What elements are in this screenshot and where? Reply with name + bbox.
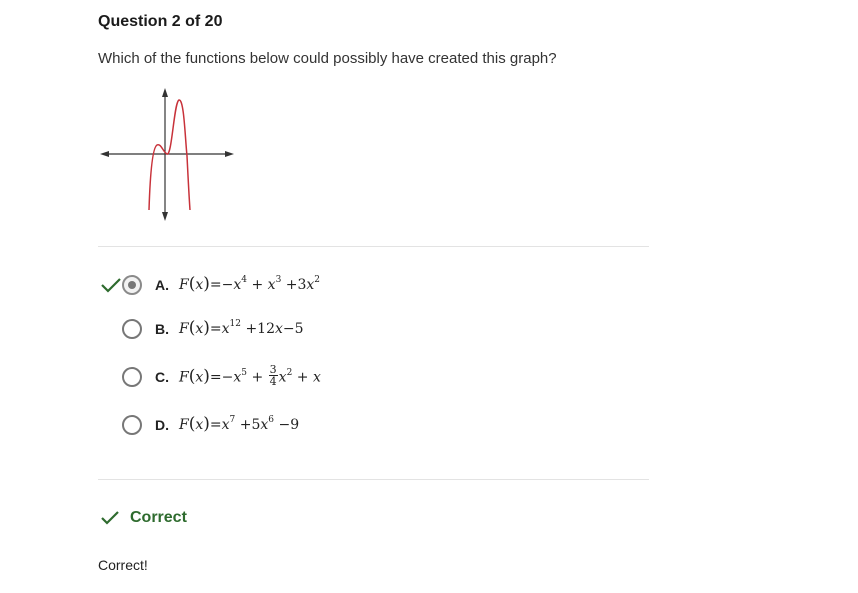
choice-b[interactable]: B. F(x)=x12 +12x−5 <box>98 316 518 342</box>
choice-formula: F(x)=x7 +5x6 −9 <box>179 414 300 434</box>
choice-letter: A. <box>155 277 169 293</box>
axis-arrow-icon <box>225 151 234 157</box>
radio-button-c[interactable] <box>122 367 142 387</box>
checkmark-icon <box>101 511 119 525</box>
divider-bottom <box>98 479 649 480</box>
question-title: Question 2 of 20 <box>98 13 223 30</box>
function-graph <box>100 88 234 221</box>
axis-arrow-icon <box>162 212 168 221</box>
choice-letter: D. <box>155 417 169 433</box>
choice-formula: F(x)=x12 +12x−5 <box>179 318 304 338</box>
choice-formula: F(x)=−x4 + x3 +3x2 <box>179 274 321 294</box>
feedback-explanation: Correct! <box>98 557 148 573</box>
radio-button-d[interactable] <box>122 415 142 435</box>
radio-button-b[interactable] <box>122 319 142 339</box>
axis-arrow-icon <box>162 88 168 97</box>
divider-top <box>98 246 649 247</box>
radio-dot <box>128 281 136 289</box>
checkmark-icon <box>101 278 121 293</box>
choice-d[interactable]: D. F(x)=x7 +5x6 −9 <box>98 412 518 438</box>
choice-c[interactable]: C. F(x)=−x5 + 3 4 x2 + x <box>98 364 518 390</box>
choice-formula: F(x)=−x5 + 3 4 x2 + x <box>179 363 321 388</box>
axis-arrow-icon <box>100 151 109 157</box>
feedback-status: Correct <box>130 509 187 526</box>
choice-a[interactable]: A. F(x)=−x4 + x3 +3x2 <box>98 272 518 298</box>
question-prompt: Which of the functions below could possi… <box>98 50 557 67</box>
choice-letter: C. <box>155 369 169 385</box>
radio-button-a[interactable] <box>122 275 142 295</box>
fraction: 34 <box>268 363 278 388</box>
function-curve <box>148 99 191 211</box>
choice-letter: B. <box>155 321 169 337</box>
